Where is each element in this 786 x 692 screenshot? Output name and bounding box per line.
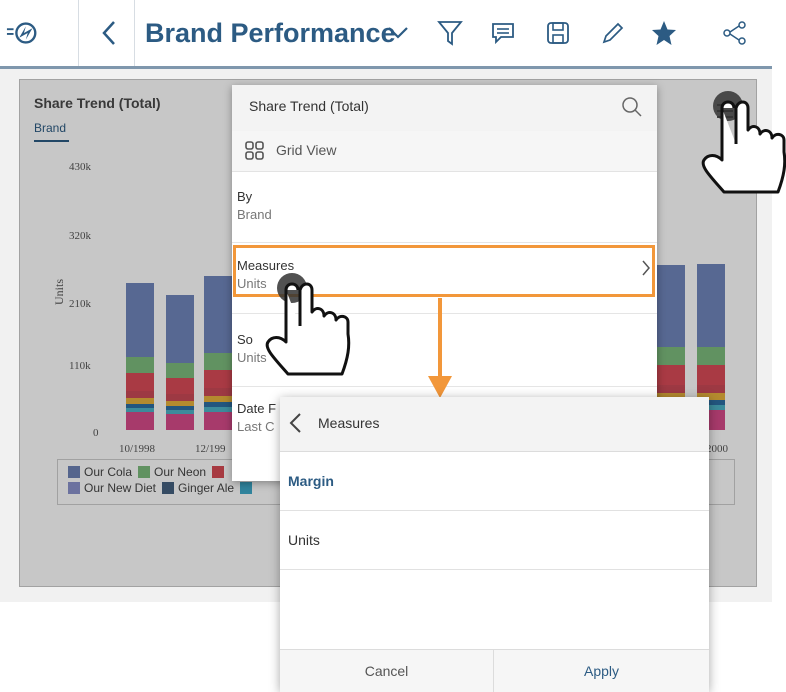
- menu-item-by[interactable]: By Brand: [232, 172, 657, 243]
- measures-footer: Cancel Apply: [280, 649, 709, 692]
- callout-arrow-head: [428, 376, 452, 398]
- callout-arrow: [438, 298, 442, 380]
- menu-item-label: So: [237, 332, 253, 347]
- comment-icon[interactable]: [486, 16, 520, 50]
- menu-header: Share Trend (Total): [232, 85, 657, 132]
- menu-item-value: Brand: [237, 207, 272, 222]
- measures-panel: Measures Margin Units Cancel Apply: [280, 397, 709, 692]
- edit-icon[interactable]: [596, 16, 630, 50]
- page-title[interactable]: Brand Performance: [145, 18, 396, 49]
- back-icon[interactable]: [93, 16, 127, 50]
- apply-button[interactable]: Apply: [494, 650, 709, 692]
- favorite-icon[interactable]: [647, 16, 681, 50]
- top-toolbar: Brand Performance: [0, 0, 772, 69]
- share-icon[interactable]: [718, 16, 752, 50]
- search-icon[interactable]: [621, 96, 643, 123]
- grid-view-label: Grid View: [276, 142, 337, 158]
- menu-item-value: Last C: [237, 419, 275, 434]
- measure-option-units[interactable]: Units: [280, 511, 709, 570]
- menu-item-label: By: [237, 189, 253, 204]
- measure-option-margin[interactable]: Margin: [280, 452, 709, 511]
- chevron-down-icon[interactable]: [381, 16, 415, 50]
- app-menu-icon[interactable]: [6, 16, 40, 50]
- menu-item-label: Date F: [237, 401, 277, 416]
- grid-view-button[interactable]: Grid View: [232, 131, 657, 172]
- menu-title: Share Trend (Total): [249, 98, 369, 114]
- cancel-button[interactable]: Cancel: [280, 650, 493, 692]
- measures-title: Measures: [318, 415, 380, 431]
- pointer-hand-icon: [265, 273, 351, 376]
- grid-icon: [244, 140, 266, 167]
- filter-icon[interactable]: [433, 16, 467, 50]
- measure-option-label: Margin: [288, 473, 334, 489]
- measures-header: Measures: [280, 397, 709, 452]
- measure-option-label: Units: [288, 532, 320, 548]
- save-icon[interactable]: [541, 16, 575, 50]
- pointer-hand-icon: [701, 91, 786, 194]
- back-icon[interactable]: [286, 411, 306, 440]
